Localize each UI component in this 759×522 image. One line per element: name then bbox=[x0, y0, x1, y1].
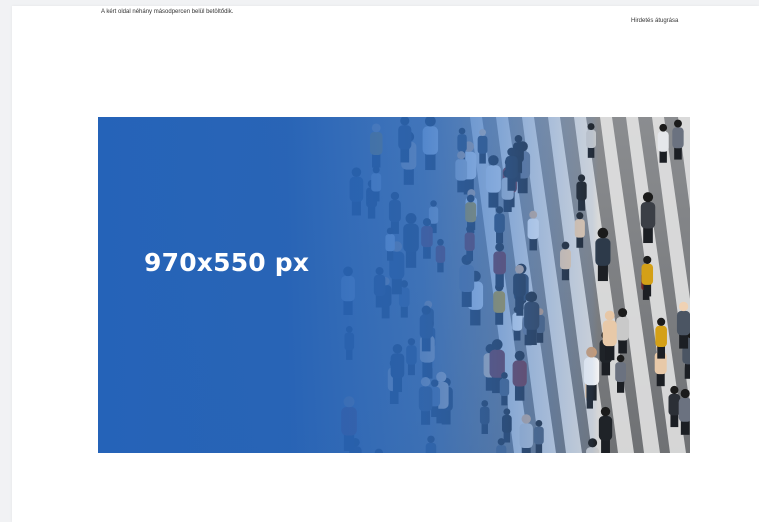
ad-size-label: 970x550 px bbox=[144, 248, 310, 277]
skip-ad-link[interactable]: Hirdetés átugrása bbox=[631, 17, 678, 25]
loading-message: A kért oldal néhány másodpercen belül be… bbox=[101, 9, 234, 15]
page: A kért oldal néhány másodpercen belül be… bbox=[0, 0, 759, 522]
ad-banner[interactable]: 970x550 px bbox=[98, 117, 690, 453]
brand-overlay bbox=[98, 117, 690, 453]
crowd-photo bbox=[98, 117, 690, 453]
